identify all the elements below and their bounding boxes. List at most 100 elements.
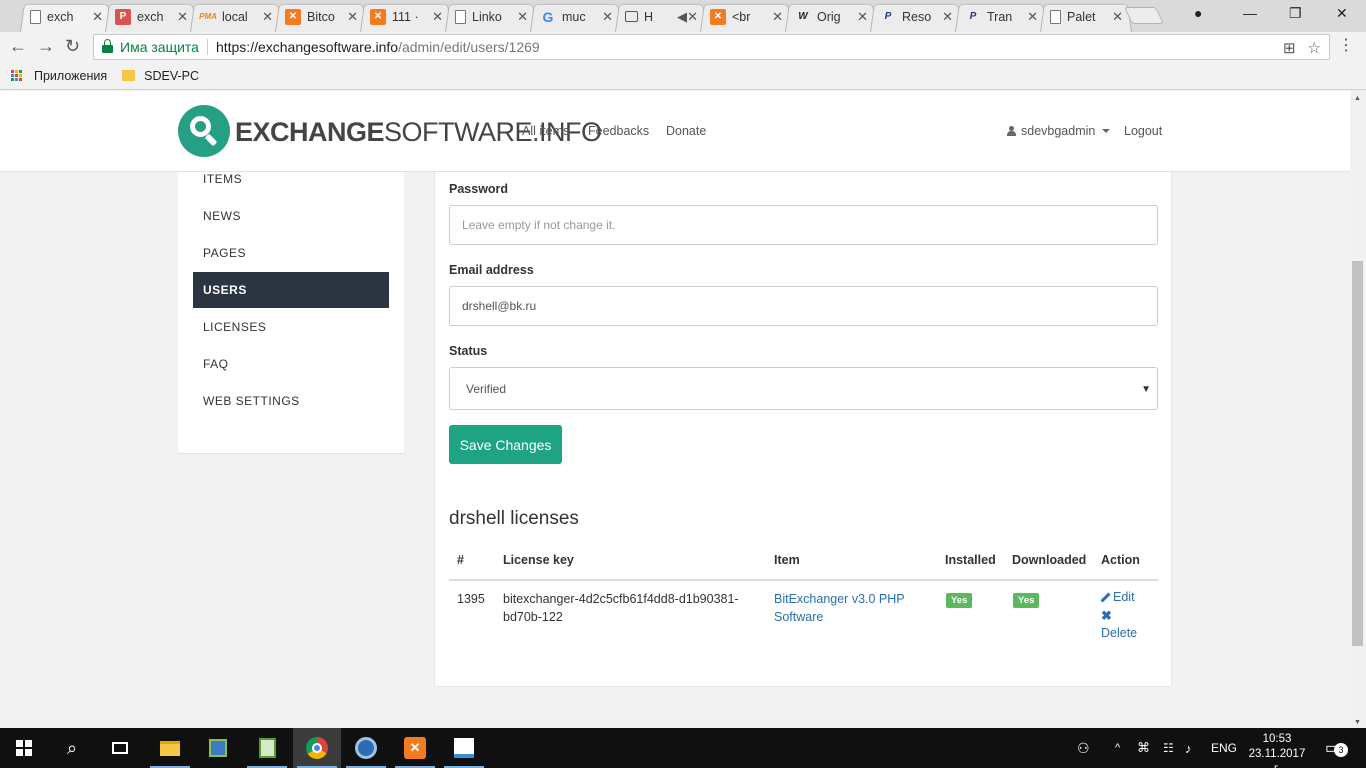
close-icon[interactable]: ✕ — [177, 9, 188, 25]
nav-donate[interactable]: Donate — [666, 124, 706, 138]
thunderbird-icon[interactable] — [342, 728, 390, 768]
doc-icon — [455, 9, 466, 24]
search-icon[interactable]: ⌕ — [48, 728, 96, 768]
tab-title: Bitco — [307, 9, 335, 24]
url-divider — [206, 39, 208, 55]
tab-tran[interactable]: P Tran ✕ — [955, 1, 1047, 32]
notepad-icon[interactable] — [243, 728, 291, 768]
close-icon[interactable]: ✕ — [262, 9, 273, 25]
user-dropdown[interactable]: sdevbgadmin — [1007, 124, 1111, 138]
sidebar-item-news[interactable]: NEWS — [193, 198, 389, 234]
tab-title: Reso — [902, 9, 932, 24]
bookmark-star-icon[interactable]: ☆ — [1308, 39, 1321, 57]
password-field[interactable]: Leave empty if not change it. — [449, 205, 1158, 245]
task-view-icon[interactable] — [96, 728, 144, 768]
column-header-license-key: License key — [503, 553, 574, 567]
xampp-taskbar-icon[interactable]: ✕ — [391, 728, 439, 768]
sidebar-item-licenses[interactable]: LICENSES — [193, 309, 389, 345]
close-icon[interactable]: ✕ — [347, 9, 358, 25]
search-logo-icon[interactable] — [178, 105, 230, 157]
status-select[interactable]: Verified ▼ — [449, 367, 1158, 410]
close-icon[interactable]: ✕ — [857, 9, 868, 25]
tab-palet[interactable]: Palet ✕ — [1040, 1, 1132, 32]
windows-taskbar: ⌕ ✕ ⚇ ^ ⌘ ☷ ♪ ENG 10:53 23.11.2017 г. ▭ … — [0, 728, 1366, 768]
system-clock[interactable]: 10:53 23.11.2017 г. — [1245, 732, 1309, 768]
chrome-icon[interactable] — [293, 728, 341, 768]
start-button[interactable] — [0, 728, 48, 768]
menu-icon[interactable]: ⋮ — [1338, 37, 1354, 55]
paint-tool-icon[interactable] — [440, 728, 488, 768]
window-close-icon[interactable]: ✕ — [1336, 5, 1348, 22]
tab-reso[interactable]: P Reso ✕ — [870, 1, 962, 32]
file-explorer-icon[interactable] — [146, 728, 194, 768]
sidebar-item-faq[interactable]: FAQ — [193, 346, 389, 382]
reload-icon[interactable]: ↻ — [65, 37, 80, 55]
close-icon[interactable]: ✕ — [517, 9, 528, 25]
logout-link[interactable]: Logout — [1124, 124, 1162, 138]
close-icon[interactable]: ✕ — [1027, 9, 1038, 25]
column-header-action: Action — [1101, 553, 1140, 567]
close-icon[interactable]: ✕ — [772, 9, 783, 25]
remove-icon: ✖ — [1101, 608, 1112, 623]
close-icon[interactable]: ✕ — [687, 9, 698, 25]
close-icon[interactable]: ✕ — [942, 9, 953, 25]
close-icon[interactable]: ✕ — [602, 9, 613, 25]
speaker-icon[interactable]: ◀ — [677, 9, 687, 25]
tab-111[interactable]: ✕ 111 · ✕ — [360, 1, 452, 32]
bookmark-sdev-pc[interactable]: SDEV-PC — [144, 69, 199, 83]
url-host: https://exchangesoftware.info — [215, 39, 399, 55]
bookmark-apps[interactable]: Приложения — [34, 69, 107, 83]
network-icon[interactable]: ⌘ — [1137, 728, 1150, 768]
tab-orig[interactable]: W Orig ✕ — [785, 1, 877, 32]
save-changes-button[interactable]: Save Changes — [449, 425, 562, 464]
back-icon[interactable]: ← — [9, 37, 27, 55]
license-id: 1395 — [457, 592, 485, 606]
delete-icon-link[interactable]: ✖ — [1101, 608, 1112, 624]
tab-linko[interactable]: Linko ✕ — [445, 1, 537, 32]
tab-exchangesoftware-active[interactable]: exch ✕ — [20, 1, 112, 32]
tab-title: Tran — [987, 9, 1013, 24]
translate-icon[interactable]: ⊞ — [1283, 39, 1296, 57]
close-icon[interactable]: ✕ — [432, 9, 443, 25]
sidebar-item-users[interactable]: USERS — [193, 272, 389, 308]
tray-chevron-up-icon[interactable]: ^ — [1115, 728, 1120, 768]
new-tab-button[interactable] — [1124, 7, 1164, 24]
ime-icon[interactable]: ☷ — [1163, 728, 1174, 768]
scroll-thumb[interactable] — [1352, 261, 1363, 646]
delete-license-link[interactable]: Delete — [1101, 626, 1137, 640]
volume-icon[interactable]: ♪ — [1185, 728, 1192, 768]
close-icon[interactable]: ✕ — [1112, 9, 1123, 25]
close-icon[interactable]: ✕ — [92, 9, 103, 25]
network-manager-icon[interactable] — [194, 728, 242, 768]
page-viewport: ITEMS NEWS PAGES USERS LICENSES FAQ WEB … — [0, 91, 1350, 728]
restore-icon[interactable]: ❐ — [1289, 5, 1302, 22]
language-indicator[interactable]: ENG — [1211, 728, 1237, 768]
doc-icon — [1050, 9, 1061, 24]
tab-localhost[interactable]: PMA local ✕ — [190, 1, 282, 32]
license-key-line2: bd70b-122 — [503, 610, 563, 624]
tab-title: <br — [732, 9, 751, 24]
tab-media[interactable]: H ◀ ✕ — [615, 1, 707, 32]
tab-p[interactable]: P exch ✕ — [105, 1, 197, 32]
sidebar-item-web-settings[interactable]: WEB SETTINGS — [193, 383, 389, 419]
tab-google[interactable]: G muc ✕ — [530, 1, 622, 32]
address-bar[interactable]: Имa защита https://exchangesoftware.info… — [93, 34, 1330, 60]
license-item-link[interactable]: BitExchanger v3.0 PHP Software — [774, 590, 905, 626]
tab-bitcoin[interactable]: ✕ Bitco ✕ — [275, 1, 367, 32]
minimize-icon[interactable]: — — [1243, 5, 1257, 21]
sidebar-item-pages[interactable]: PAGES — [193, 235, 389, 271]
edit-license-link[interactable]: Edit — [1101, 590, 1135, 604]
email-field[interactable]: drshell@bk.ru — [449, 286, 1158, 326]
nav-feedbacks[interactable]: Feedbacks — [588, 124, 649, 138]
scroll-down-icon[interactable]: ▼ — [1354, 719, 1361, 726]
page-scrollbar[interactable]: ▲ ▼ — [1350, 91, 1366, 728]
tab-br[interactable]: ✕ <br ✕ — [700, 1, 792, 32]
scroll-up-icon[interactable]: ▲ — [1354, 95, 1361, 102]
people-icon[interactable]: ⚇ — [1077, 728, 1090, 768]
chevron-down-icon: ▼ — [1141, 384, 1151, 395]
forward-icon[interactable]: → — [37, 37, 55, 55]
nav-all-items[interactable]: All items — [522, 124, 569, 138]
lock-icon — [102, 39, 113, 53]
notification-count-badge: 3 — [1334, 743, 1348, 757]
profile-icon[interactable]: ● — [1194, 5, 1202, 21]
